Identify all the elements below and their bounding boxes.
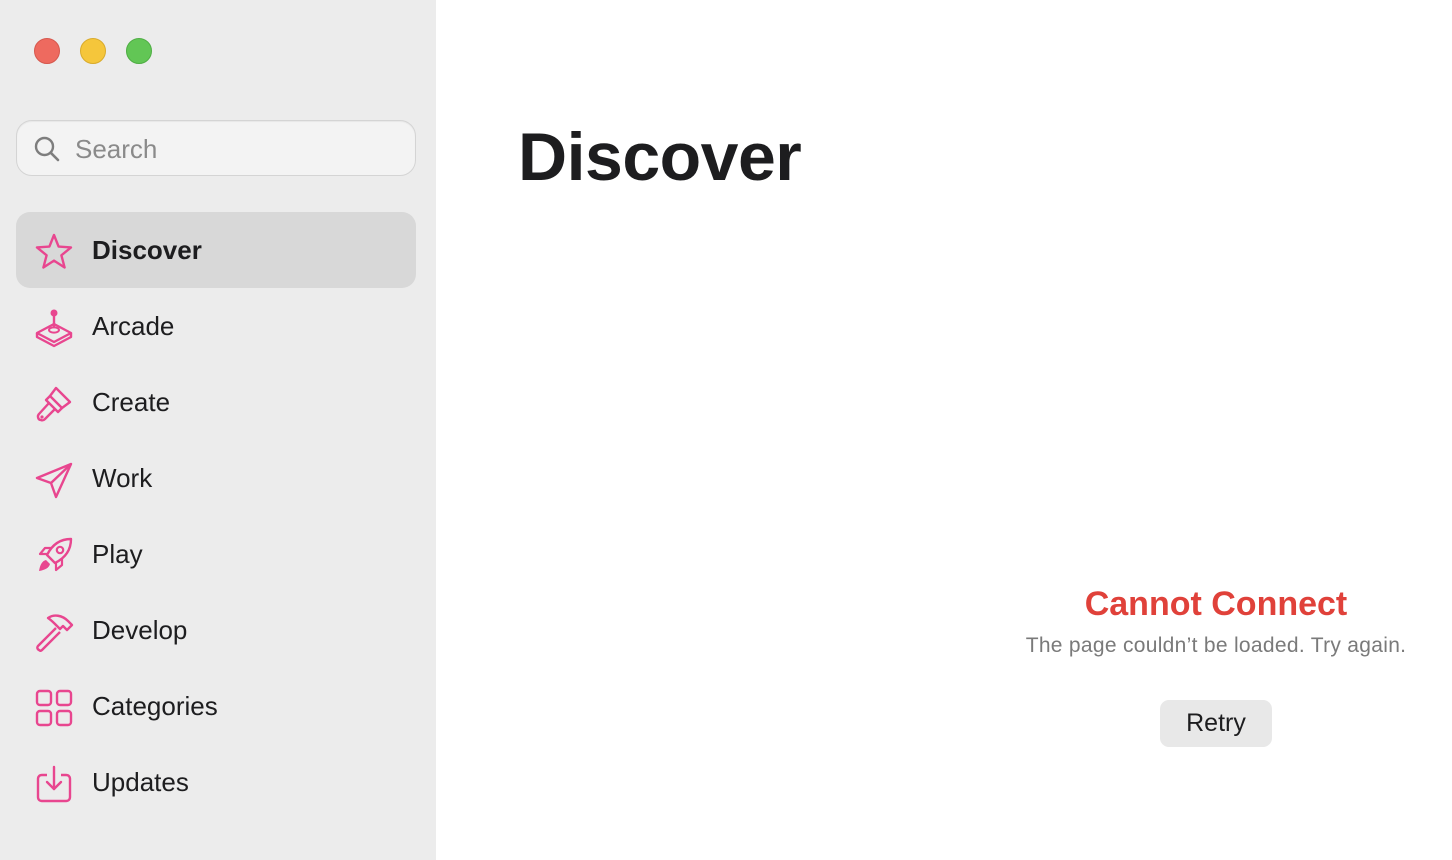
sidebar-item-develop[interactable]: Develop <box>16 592 416 668</box>
page-title: Discover <box>518 119 802 195</box>
download-tray-icon <box>36 765 72 803</box>
sidebar-item-updates[interactable]: Updates <box>16 744 416 820</box>
paperplane-icon <box>35 462 73 499</box>
search-field[interactable] <box>16 120 416 177</box>
sidebar-item-label: Play <box>92 539 143 569</box>
error-message: The page couldn’t be loaded. Try again. <box>1025 634 1407 657</box>
hammer-icon <box>36 614 74 652</box>
rocket-icon <box>38 537 73 572</box>
retry-button[interactable]: Retry <box>1160 700 1272 747</box>
minimize-window-button[interactable] <box>80 38 106 64</box>
sidebar-item-label: Categories <box>92 691 218 721</box>
window-controls <box>34 38 152 64</box>
joystick-icon <box>35 309 73 348</box>
sidebar-item-label: Arcade <box>92 311 175 341</box>
sidebar-item-label: Updates <box>92 767 189 797</box>
sidebar-item-work[interactable]: Work <box>16 440 416 516</box>
sidebar-item-arcade[interactable]: Arcade <box>16 288 416 364</box>
error-title: Cannot Connect <box>1084 585 1348 623</box>
zoom-window-button[interactable] <box>126 38 152 64</box>
search-input[interactable] <box>73 121 407 177</box>
sidebar: Discover Arcade Create <box>0 0 436 860</box>
main-content: Discover Cannot Connect The page couldn’… <box>436 0 1452 860</box>
sidebar-item-discover[interactable]: Discover <box>16 212 416 288</box>
sidebar-item-label: Discover <box>92 235 202 265</box>
grid-icon <box>35 689 73 727</box>
sidebar-nav: Discover Arcade Create Work Play Develop… <box>16 212 416 820</box>
search-icon <box>34 136 60 162</box>
sidebar-item-categories[interactable]: Categories <box>16 668 416 744</box>
sidebar-item-label: Work <box>92 463 153 493</box>
sidebar-item-label: Create <box>92 387 171 417</box>
sidebar-item-label: Develop <box>92 615 188 645</box>
sidebar-item-create[interactable]: Create <box>16 364 416 440</box>
sidebar-item-play[interactable]: Play <box>16 516 416 592</box>
star-icon <box>35 233 73 269</box>
paintbrush-icon <box>36 386 72 422</box>
close-window-button[interactable] <box>34 38 60 64</box>
